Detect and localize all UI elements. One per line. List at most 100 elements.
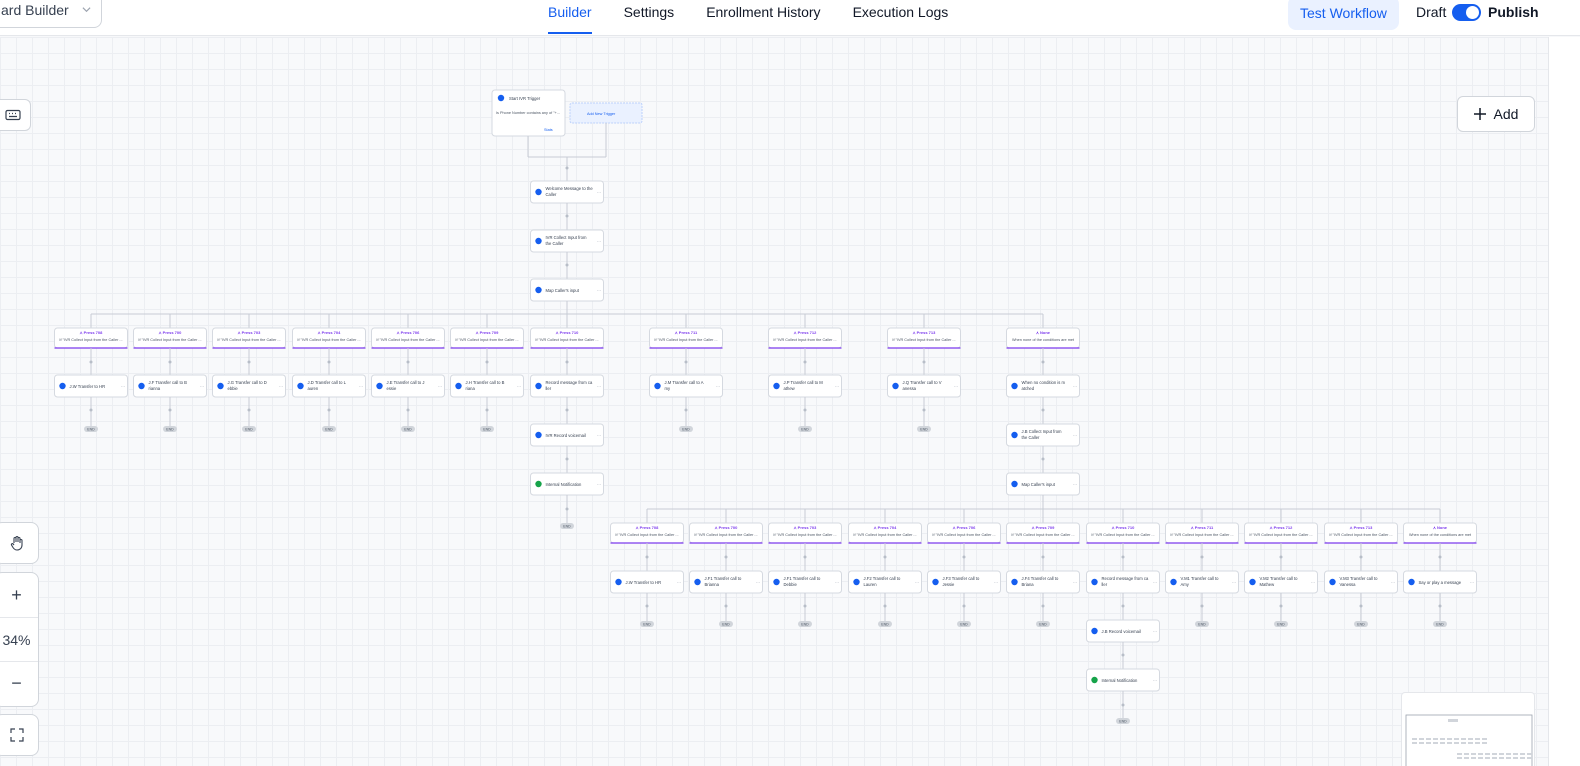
branch-action-node[interactable]: V.M3 Transfer call to Vanessa ⋯ — [1324, 570, 1398, 594]
branch-action-node[interactable]: Say or play a message ⋯ — [1403, 570, 1477, 594]
more-icon[interactable]: ⋯ — [597, 433, 602, 439]
branch-node[interactable]: ⋏ Press 712 If "IVR Collect Input from th… — [1244, 522, 1318, 544]
record-voicemail-node[interactable]: J.B Record voicemail ⋯ — [1086, 619, 1160, 643]
minimap[interactable] — [1401, 692, 1535, 766]
more-icon[interactable]: ⋯ — [1073, 433, 1078, 439]
workflow-builder-select[interactable]: ard Builder — [0, 0, 102, 28]
branch-node[interactable]: ⋏ Press 711 If "IVR Collect Input from th… — [1165, 522, 1239, 544]
more-icon[interactable]: ⋯ — [1073, 384, 1078, 390]
branch-node[interactable]: ⋏ None When none of the conditions are me… — [1403, 522, 1477, 544]
branch-node[interactable]: ⋏ Press 703 If "IVR Collect Input from th… — [212, 327, 286, 349]
branch-action-node[interactable]: J.P Transfer call to Mathew ⋯ — [768, 374, 842, 398]
more-icon[interactable]: ⋯ — [1232, 580, 1237, 586]
keyboard-shortcuts-button[interactable] — [0, 99, 31, 131]
tab-enrollment-history[interactable]: Enrollment History — [706, 0, 820, 34]
more-icon[interactable]: ⋯ — [835, 580, 840, 586]
publish-toggle[interactable] — [1452, 4, 1481, 21]
more-icon[interactable]: ⋯ — [597, 288, 602, 294]
more-icon[interactable]: ⋯ — [994, 580, 999, 586]
more-icon[interactable]: ⋯ — [279, 384, 284, 390]
more-icon[interactable]: ⋯ — [1073, 580, 1078, 586]
branch-node[interactable]: ⋏ Press 703 If "IVR Collect Input from th… — [768, 522, 842, 544]
record-voicemail-node[interactable]: IVR Record voicemail ⋯ — [530, 423, 604, 447]
more-icon[interactable]: ⋯ — [835, 384, 840, 390]
branch-action-node[interactable]: J.H Transfer call to Briana ⋯ — [450, 374, 524, 398]
branch-node[interactable]: ⋏ Press 713 If "IVR Collect Input from th… — [887, 327, 961, 349]
branch-node[interactable]: ⋏ Press 709 If "IVR Collect Input from th… — [1006, 522, 1080, 544]
zoom-out-button[interactable]: − — [11, 662, 22, 706]
branch-node[interactable]: ⋏ Press 706 If "IVR Collect Input from th… — [927, 522, 1001, 544]
minimap-node — [1457, 753, 1462, 755]
branch-node[interactable]: ⋏ None When none of the conditions are me… — [1006, 327, 1080, 349]
more-icon[interactable]: ⋯ — [756, 580, 761, 586]
branch-node[interactable]: ⋏ Press 710 If "IVR Collect Input from th… — [530, 327, 604, 349]
branch-node[interactable]: ⋏ Press 704 If "IVR Collect Input from th… — [292, 327, 366, 349]
branch-action-node[interactable]: J.Q Transfer call to Vanessa ⋯ — [887, 374, 961, 398]
map-input-node[interactable]: Map Caller's input ⋯ — [1006, 472, 1080, 496]
add-button[interactable]: Add — [1457, 96, 1535, 132]
more-icon[interactable]: ⋯ — [1153, 678, 1158, 684]
more-icon[interactable]: ⋯ — [716, 384, 721, 390]
more-icon[interactable]: ⋯ — [359, 384, 364, 390]
branch-node[interactable]: ⋏ Press 713 If "IVR Collect Input from th… — [1324, 522, 1398, 544]
branch-action-node[interactable]: V.M1 Transfer call to Amy ⋯ — [1165, 570, 1239, 594]
branch-node[interactable]: ⋏ Press 700 If "IVR Collect Input from th… — [133, 327, 207, 349]
branch-action-node[interactable]: J.E Transfer call to Jessie ⋯ — [371, 374, 445, 398]
branch-node[interactable]: ⋏ Press 709 If "IVR Collect Input from th… — [450, 327, 524, 349]
branch-node[interactable]: ⋏ Press 706 If "IVR Collect Input from th… — [371, 327, 445, 349]
branch-action-node[interactable]: J.W Transfer to HR ⋯ — [54, 374, 128, 398]
internal-notification-node[interactable]: Internal Notification ⋯ — [1086, 668, 1160, 692]
branch-action-node[interactable]: J.F3 Transfer call to Jessie ⋯ — [927, 570, 1001, 594]
more-icon[interactable]: ⋯ — [915, 580, 920, 586]
branch-action-node[interactable]: Record message from caller ⋯ — [530, 374, 604, 398]
internal-notification-node[interactable]: Internal Notification ⋯ — [530, 472, 604, 496]
branch-node[interactable]: ⋏ Press 704 If "IVR Collect Input from th… — [848, 522, 922, 544]
more-icon[interactable]: ⋯ — [954, 384, 959, 390]
branch-action-node[interactable]: J.F1 Transfer call to Brianna ⋯ — [689, 570, 763, 594]
collect-input-node[interactable]: J.B Collect Input from the Caller ⋯ — [1006, 423, 1080, 447]
branch-action-node[interactable]: J.F4 Transfer call to Briana ⋯ — [1006, 570, 1080, 594]
more-icon[interactable]: ⋯ — [1391, 580, 1396, 586]
branch-node[interactable]: ⋏ Press 712 If "IVR Collect Input from th… — [768, 327, 842, 349]
more-icon[interactable]: ⋯ — [677, 580, 682, 586]
more-icon[interactable]: ⋯ — [1073, 482, 1078, 488]
test-workflow-button[interactable]: Test Workflow — [1288, 0, 1399, 30]
branch-node[interactable]: ⋏ Press 708 If "IVR Collect Input from th… — [54, 327, 128, 349]
more-icon[interactable]: ⋯ — [1153, 580, 1158, 586]
more-icon[interactable]: ⋯ — [517, 384, 522, 390]
more-icon[interactable]: ⋯ — [597, 482, 602, 488]
branch-node[interactable]: ⋏ Press 710 If "IVR Collect Input from th… — [1086, 522, 1160, 544]
zoom-in-button[interactable]: + — [11, 573, 22, 617]
branch-node[interactable]: ⋏ Press 711 If "IVR Collect Input from th… — [649, 327, 723, 349]
branch-node[interactable]: ⋏ Press 708 If "IVR Collect Input from th… — [610, 522, 684, 544]
more-icon[interactable]: ⋯ — [1470, 580, 1475, 586]
branch-node[interactable]: ⋏ Press 700 If "IVR Collect Input from th… — [689, 522, 763, 544]
branch-action-node[interactable]: J.F Transfer call to Brianna ⋯ — [133, 374, 207, 398]
more-icon[interactable]: ⋯ — [1153, 629, 1158, 635]
branch-action-node[interactable]: J.M Transfer call to Amy ⋯ — [649, 374, 723, 398]
branch-action-node[interactable]: J.D Transfer call to Lauren ⋯ — [292, 374, 366, 398]
branch-action-node[interactable]: J.G Transfer call to Debbie ⋯ — [212, 374, 286, 398]
branch-action-node[interactable]: J.W Transfer to HR ⋯ — [610, 570, 684, 594]
tab-settings[interactable]: Settings — [624, 0, 675, 34]
tab-builder[interactable]: Builder — [548, 0, 592, 34]
branch-action-node[interactable]: When no condition is matched ⋯ — [1006, 374, 1080, 398]
main-node[interactable]: Map Caller's input ⋯ — [530, 278, 604, 302]
more-icon[interactable]: ⋯ — [597, 384, 602, 390]
branch-action-node[interactable]: Record message from caller ⋯ — [1086, 570, 1160, 594]
branch-action-node[interactable]: J.F2 Transfer call to Lauren ⋯ — [848, 570, 922, 594]
more-icon[interactable]: ⋯ — [438, 384, 443, 390]
more-icon[interactable]: ⋯ — [1311, 580, 1316, 586]
workflow-canvas[interactable]: Start IVR Trigger Is Phone Number contain… — [0, 37, 1548, 766]
main-node[interactable]: Welcome Message to the Caller ⋯ — [530, 180, 604, 204]
branch-action-node[interactable]: V.M2 Transfer call to Mathew ⋯ — [1244, 570, 1318, 594]
main-node[interactable]: IVR Collect Input from the Caller ⋯ — [530, 229, 604, 253]
more-icon[interactable]: ⋯ — [597, 190, 602, 196]
more-icon[interactable]: ⋯ — [121, 384, 126, 390]
fit-view-button[interactable] — [0, 714, 39, 756]
more-icon[interactable]: ⋯ — [200, 384, 205, 390]
branch-action-node[interactable]: J.F1 Transfer call to Debbie ⋯ — [768, 570, 842, 594]
more-icon[interactable]: ⋯ — [597, 239, 602, 245]
tab-execution-logs[interactable]: Execution Logs — [853, 0, 949, 34]
pan-tool-button[interactable] — [0, 522, 39, 564]
